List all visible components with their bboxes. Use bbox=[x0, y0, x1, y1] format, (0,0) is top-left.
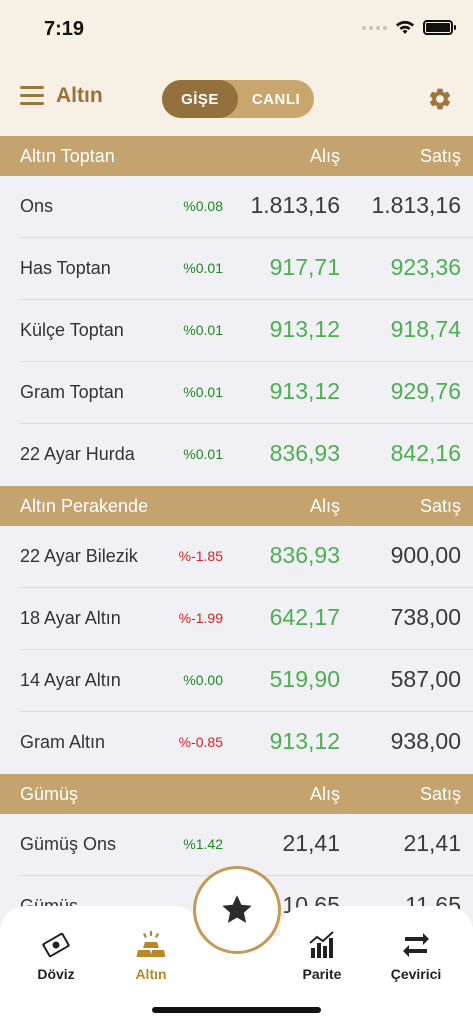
list-item[interactable]: 14 Ayar Altın %0.00 519,90 587,00 bbox=[0, 650, 473, 712]
banknote-icon bbox=[42, 932, 70, 958]
section-header-altin-toptan: Altın Toptan Alış Satış bbox=[0, 136, 473, 176]
tab-label: Parite bbox=[302, 966, 342, 982]
tab-label: Altın bbox=[135, 966, 167, 982]
wifi-icon bbox=[396, 20, 414, 34]
item-name: Has Toptan bbox=[20, 258, 111, 278]
nav-bar: Altın GİŞE CANLI bbox=[0, 62, 473, 136]
item-sell-price: 842,16 bbox=[390, 440, 461, 466]
item-name: Gram Altın bbox=[20, 732, 106, 752]
item-buy-price: 1.813,16 bbox=[250, 192, 340, 218]
tab-cevirici[interactable]: Çevirici bbox=[376, 928, 456, 982]
item-buy-price: 913,12 bbox=[269, 728, 340, 754]
item-change: %0.01 bbox=[183, 384, 223, 400]
price-list: Altın Toptan Alış Satış Ons %0.08 1.813,… bbox=[0, 136, 473, 938]
tab-label: Çevirici bbox=[390, 966, 442, 982]
item-buy-price: 21,41 bbox=[282, 830, 340, 856]
list-item[interactable]: Külçe Toptan %0.01 913,12 918,74 bbox=[0, 300, 473, 362]
gear-icon[interactable] bbox=[427, 86, 453, 112]
item-sell-price: 587,00 bbox=[390, 666, 461, 692]
item-buy-price: 836,93 bbox=[269, 440, 340, 466]
buy-column-header: Alış bbox=[309, 495, 340, 516]
item-change: %0.08 bbox=[183, 198, 223, 214]
chart-bars-icon bbox=[309, 931, 334, 958]
buy-column-header: Alış bbox=[309, 783, 340, 804]
tab-label: Döviz bbox=[37, 966, 75, 982]
list-item[interactable]: Gram Altın %-0.85 913,12 938,00 bbox=[0, 712, 473, 774]
home-indicator bbox=[152, 1007, 321, 1013]
item-buy-price: 519,90 bbox=[269, 666, 340, 692]
tab-parite[interactable]: Parite bbox=[282, 928, 362, 982]
segment-gise[interactable]: GİŞE bbox=[162, 80, 238, 118]
sell-column-header: Satış bbox=[419, 145, 461, 166]
item-change: %-1.99 bbox=[178, 610, 223, 626]
item-buy-price: 642,17 bbox=[269, 604, 340, 630]
item-buy-price: 913,12 bbox=[269, 378, 340, 404]
item-sell-price: 21,41 bbox=[403, 830, 461, 856]
item-name: 18 Ayar Altın bbox=[20, 608, 121, 628]
list-item[interactable]: 22 Ayar Hurda %0.01 836,93 842,16 bbox=[0, 424, 473, 486]
tab-altin[interactable]: Altın bbox=[111, 928, 191, 982]
item-change: %0.01 bbox=[183, 322, 223, 338]
list-item[interactable]: 18 Ayar Altın %-1.99 642,17 738,00 bbox=[0, 588, 473, 650]
item-name: 14 Ayar Altın bbox=[20, 670, 121, 690]
item-sell-price: 738,00 bbox=[390, 604, 461, 630]
list-item[interactable]: Has Toptan %0.01 917,71 923,36 bbox=[0, 238, 473, 300]
sell-column-header: Satış bbox=[419, 783, 461, 804]
mode-segmented-control: GİŞE CANLI bbox=[162, 80, 314, 118]
item-sell-price: 900,00 bbox=[390, 542, 461, 568]
item-name: Gümüş Ons bbox=[20, 834, 117, 854]
list-item[interactable]: Ons %0.08 1.813,16 1.813,16 bbox=[0, 176, 473, 238]
item-change: %0.01 bbox=[183, 446, 223, 462]
segment-canli[interactable]: CANLI bbox=[238, 80, 314, 118]
item-buy-price: 917,71 bbox=[269, 254, 340, 280]
cellular-signal-icon bbox=[362, 25, 387, 30]
item-change: %1.42 bbox=[183, 836, 223, 852]
status-bar: 7:19 bbox=[0, 0, 473, 62]
tab-doviz[interactable]: Döviz bbox=[16, 928, 96, 982]
item-buy-price: 913,12 bbox=[269, 316, 340, 342]
swap-arrows-icon bbox=[403, 933, 429, 957]
status-time: 7:19 bbox=[44, 18, 85, 40]
item-change: %-0.85 bbox=[178, 734, 223, 750]
status-icons bbox=[362, 20, 456, 35]
list-item[interactable]: Gram Toptan %0.01 913,12 929,76 bbox=[0, 362, 473, 424]
item-name: Gram Toptan bbox=[20, 382, 124, 402]
item-sell-price: 929,76 bbox=[390, 378, 461, 404]
item-sell-price: 918,74 bbox=[390, 316, 461, 342]
gold-bars-icon bbox=[136, 931, 166, 957]
item-name: 22 Ayar Bilezik bbox=[20, 546, 138, 566]
item-change: %0.01 bbox=[183, 260, 223, 276]
item-name: Külçe Toptan bbox=[20, 320, 124, 340]
sell-column-header: Satış bbox=[419, 495, 461, 516]
item-change: %0.00 bbox=[183, 672, 223, 688]
section-title: Gümüş bbox=[20, 783, 79, 804]
battery-icon bbox=[423, 20, 456, 35]
section-title: Altın Perakende bbox=[20, 495, 149, 516]
star-icon bbox=[222, 895, 252, 923]
list-item[interactable]: 22 Ayar Bilezik %-1.85 836,93 900,00 bbox=[0, 526, 473, 588]
item-change: %-1.85 bbox=[178, 548, 223, 564]
item-sell-price: 938,00 bbox=[390, 728, 461, 754]
section-header-altin-perakende: Altın Perakende Alış Satış bbox=[0, 486, 473, 526]
item-name: Ons bbox=[20, 196, 54, 216]
section-title: Altın Toptan bbox=[20, 145, 115, 166]
hamburger-menu-icon[interactable] bbox=[20, 86, 44, 106]
tab-bar: Döviz Altın Parite Çevirici bbox=[0, 866, 473, 1024]
item-buy-price: 836,93 bbox=[269, 542, 340, 568]
favorites-button[interactable] bbox=[199, 872, 275, 948]
buy-column-header: Alış bbox=[309, 145, 340, 166]
item-name: 22 Ayar Hurda bbox=[20, 444, 135, 464]
section-header-gumus: Gümüş Alış Satış bbox=[0, 774, 473, 814]
page-title: Altın bbox=[56, 84, 103, 107]
item-sell-price: 1.813,16 bbox=[371, 192, 461, 218]
item-sell-price: 923,36 bbox=[390, 254, 461, 280]
